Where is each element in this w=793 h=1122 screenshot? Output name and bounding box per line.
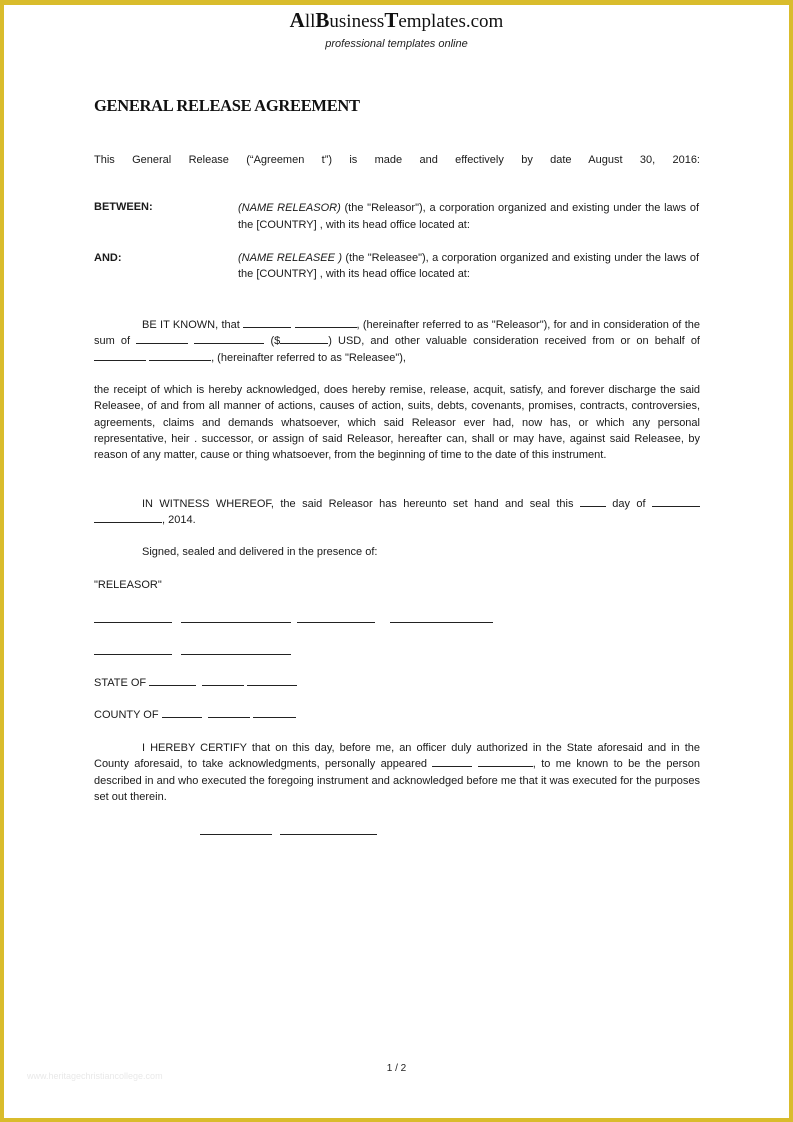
releasor-label: "RELEASOR" [94, 579, 162, 591]
page-frame [0, 0, 793, 1122]
month-blank-2[interactable] [94, 512, 162, 524]
release-clause-paragraph: the receipt of which is hereby acknowled… [94, 384, 700, 462]
month-blank[interactable] [652, 496, 700, 507]
state-blank-3[interactable] [247, 675, 298, 686]
signature-line[interactable] [94, 622, 172, 623]
text-segment: BE IT KNOWN, that [142, 319, 244, 331]
brand-text-part: usiness [329, 11, 385, 32]
party-label-and: AND: [94, 252, 122, 264]
witness-paragraph: IN WITNESS WHEREOF, the said Releasor ha… [94, 496, 700, 529]
certify-paragraph: I HEREBY CERTIFY that on this day, befor… [94, 740, 700, 805]
day-blank[interactable] [579, 496, 606, 507]
be-it-known-paragraph: BE IT KNOWN, that , (hereinafter referre… [94, 317, 700, 366]
text-segment: IN WITNESS WHEREOF, the said Releasor ha… [142, 498, 580, 510]
document-title: GENERAL RELEASE AGREEMENT [94, 96, 360, 115]
intro-paragraph: This General Release (“Agreemen t”) is m… [94, 154, 700, 166]
county-label: COUNTY OF [94, 709, 159, 721]
brand-text-part: T [384, 8, 399, 32]
county-of-field: COUNTY OF [94, 707, 296, 723]
text-segment: ($ [270, 335, 281, 348]
brand-text-part: emplates.com [398, 11, 504, 32]
signature-line[interactable] [181, 622, 291, 623]
county-blank-2[interactable] [207, 707, 250, 718]
brand-text-part: B [315, 8, 330, 32]
state-blank[interactable] [149, 675, 197, 686]
releasor-name-blank[interactable] [243, 317, 292, 328]
releasor-name: (NAME RELEASOR) [238, 202, 341, 214]
text-segment: ) USD, and other valuable consideration … [328, 335, 700, 348]
county-blank-3[interactable] [252, 707, 296, 718]
releasee-name-blank[interactable] [94, 350, 146, 361]
brand-text-part: A [289, 8, 305, 32]
notary-signature-line[interactable] [200, 834, 272, 835]
watermark: www.heritagechristiancollege.com [27, 1071, 163, 1081]
signed-statement: Signed, sealed and delivered in the pres… [142, 546, 378, 558]
county-blank[interactable] [161, 707, 202, 718]
state-blank-2[interactable] [202, 675, 245, 686]
brand-tagline: professional templates online [325, 38, 468, 50]
party-label-between: BETWEEN: [94, 201, 153, 213]
brand-text-part: ll [304, 11, 316, 32]
state-of-field: STATE OF [94, 675, 298, 691]
releasee-name: (NAME RELEASEE ) [238, 252, 342, 264]
text-segment: , 2014. [162, 514, 196, 527]
text-segment: , (hereinafter referred to as "Releasee"… [211, 351, 406, 364]
brand-text: AllBusinessTemplates.com [289, 8, 504, 32]
releasee-name-blank-2[interactable] [149, 350, 212, 361]
releasor-name-blank-2[interactable] [294, 317, 357, 328]
signature-line[interactable] [297, 622, 375, 623]
signature-line[interactable] [390, 622, 493, 623]
notary-signature-line[interactable] [280, 834, 377, 835]
state-label: STATE OF [94, 677, 147, 689]
party-releasee: (NAME RELEASEE ) (the "Releasee"), a cor… [238, 251, 699, 282]
sum-words-blank-2[interactable] [194, 333, 265, 345]
appeared-name-blank[interactable] [432, 756, 473, 768]
signature-line[interactable] [94, 654, 172, 655]
brand-logo: AllBusinessTemplates.com [0, 8, 793, 33]
sum-words-blank[interactable] [136, 333, 189, 345]
signature-line[interactable] [181, 654, 291, 655]
party-releasor: (NAME RELEASOR) (the "Releasor"), a corp… [238, 200, 699, 234]
text-segment: day of [605, 498, 652, 510]
appeared-name-blank-2[interactable] [477, 756, 533, 768]
sum-amount-blank[interactable] [280, 333, 329, 345]
